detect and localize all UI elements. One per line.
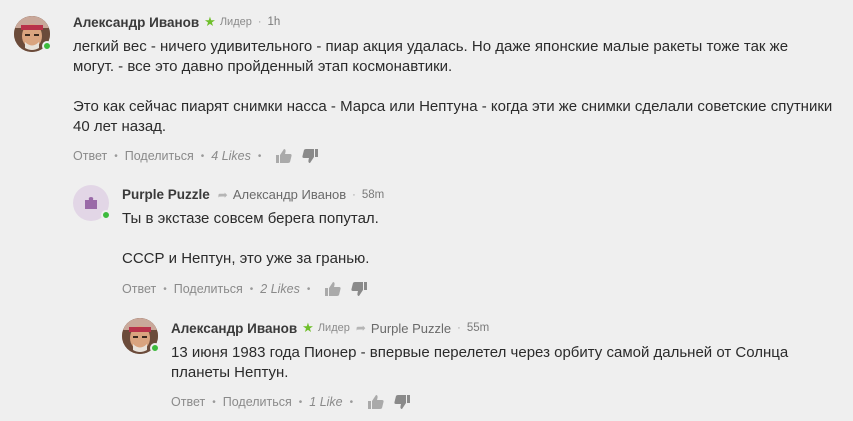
thumbs-up-icon[interactable] [325, 282, 342, 296]
avatar-purple-puzzle[interactable] [73, 185, 111, 221]
comment-text: 13 июня 1983 года Пионер - впервые перел… [171, 343, 831, 383]
comment-text: легкий вес - ничего удивительного - пиар… [73, 37, 833, 137]
author-name[interactable]: Purple Puzzle [122, 187, 210, 202]
separator-dot: • [257, 150, 262, 162]
comment-meta: Александр Иванов ★ Лидер ➦ Purple Puzzle… [171, 320, 489, 336]
comment-paragraph: СССР и Нептун, это уже за гранью. [122, 250, 370, 267]
thumbs-down-icon[interactable] [302, 149, 319, 163]
reply-to[interactable]: ➦ Александр Иванов [218, 187, 346, 202]
share-button[interactable]: Поделиться [174, 282, 243, 296]
separator-dot: • [298, 396, 303, 408]
online-indicator [101, 210, 111, 220]
thumbs-up-icon[interactable] [276, 149, 293, 163]
comment-meta: Александр Иванов ★ Лидер · 1h [73, 14, 280, 30]
comment-paragraph: легкий вес - ничего удивительного - пиар… [73, 38, 789, 75]
comment-meta: Purple Puzzle ➦ Александр Иванов · 58m [122, 187, 384, 202]
leader-badge: Лидер [219, 16, 252, 28]
reply-button[interactable]: Ответ [171, 395, 205, 409]
timestamp[interactable]: 1h [268, 16, 281, 28]
separator-dot: • [114, 150, 118, 162]
avatar-aleksandr[interactable] [14, 16, 52, 52]
thumbs-down-icon[interactable] [394, 395, 411, 409]
separator-dot: • [163, 283, 167, 295]
timestamp[interactable]: 58m [362, 189, 384, 201]
timestamp[interactable]: 55m [467, 322, 489, 334]
reply-button[interactable]: Ответ [122, 282, 156, 296]
reply-to[interactable]: ➦ Purple Puzzle [356, 321, 451, 336]
leader-badge: Лидер [317, 322, 350, 334]
comment-actions: Ответ • Поделиться • 4 Likes • [73, 149, 319, 163]
comment-text: Ты в экстазе совсем берега попутал. СССР… [122, 209, 822, 269]
likes-count[interactable]: 1 Like [309, 395, 342, 409]
share-button[interactable]: Поделиться [125, 149, 194, 163]
separator-dot: • [200, 150, 205, 162]
comment-paragraph: Ты в экстазе совсем берега попутал. [122, 210, 379, 227]
likes-count[interactable]: 4 Likes [211, 149, 251, 163]
share-button[interactable]: Поделиться [223, 395, 292, 409]
reply-button[interactable]: Ответ [73, 149, 107, 163]
thumbs-up-icon[interactable] [368, 395, 384, 409]
separator-dot: · [352, 188, 356, 201]
star-icon: ★ [204, 14, 216, 29]
online-indicator [42, 41, 52, 51]
comment-actions: Ответ • Поделиться • 2 Likes • [122, 282, 368, 296]
puzzle-icon [85, 197, 97, 209]
likes-count[interactable]: 2 Likes [260, 282, 300, 296]
author-name[interactable]: Александр Иванов [73, 15, 199, 30]
avatar-aleksandr[interactable] [122, 318, 160, 354]
comment-paragraph: Это как сейчас пиарят снимки насса - Мар… [73, 98, 833, 135]
comment-actions: Ответ • Поделиться • 1 Like • [171, 395, 411, 409]
separator-dot: • [249, 283, 254, 295]
reply-arrow-icon: ➦ [355, 321, 366, 335]
separator-dot: · [457, 322, 461, 334]
online-indicator [150, 343, 160, 353]
comment-paragraph: 13 июня 1983 года Пионер - впервые перел… [171, 344, 789, 381]
separator-dot: • [306, 283, 311, 295]
star-icon: ★ [302, 320, 314, 335]
author-name[interactable]: Александр Иванов [171, 321, 297, 336]
reply-arrow-icon: ➦ [217, 187, 228, 202]
separator-dot: • [349, 396, 354, 408]
separator-dot: • [212, 396, 216, 408]
separator-dot: · [257, 16, 262, 28]
reply-to-name: Александр Иванов [232, 187, 347, 202]
thumbs-down-icon[interactable] [351, 282, 368, 296]
reply-to-name: Purple Puzzle [370, 320, 452, 336]
